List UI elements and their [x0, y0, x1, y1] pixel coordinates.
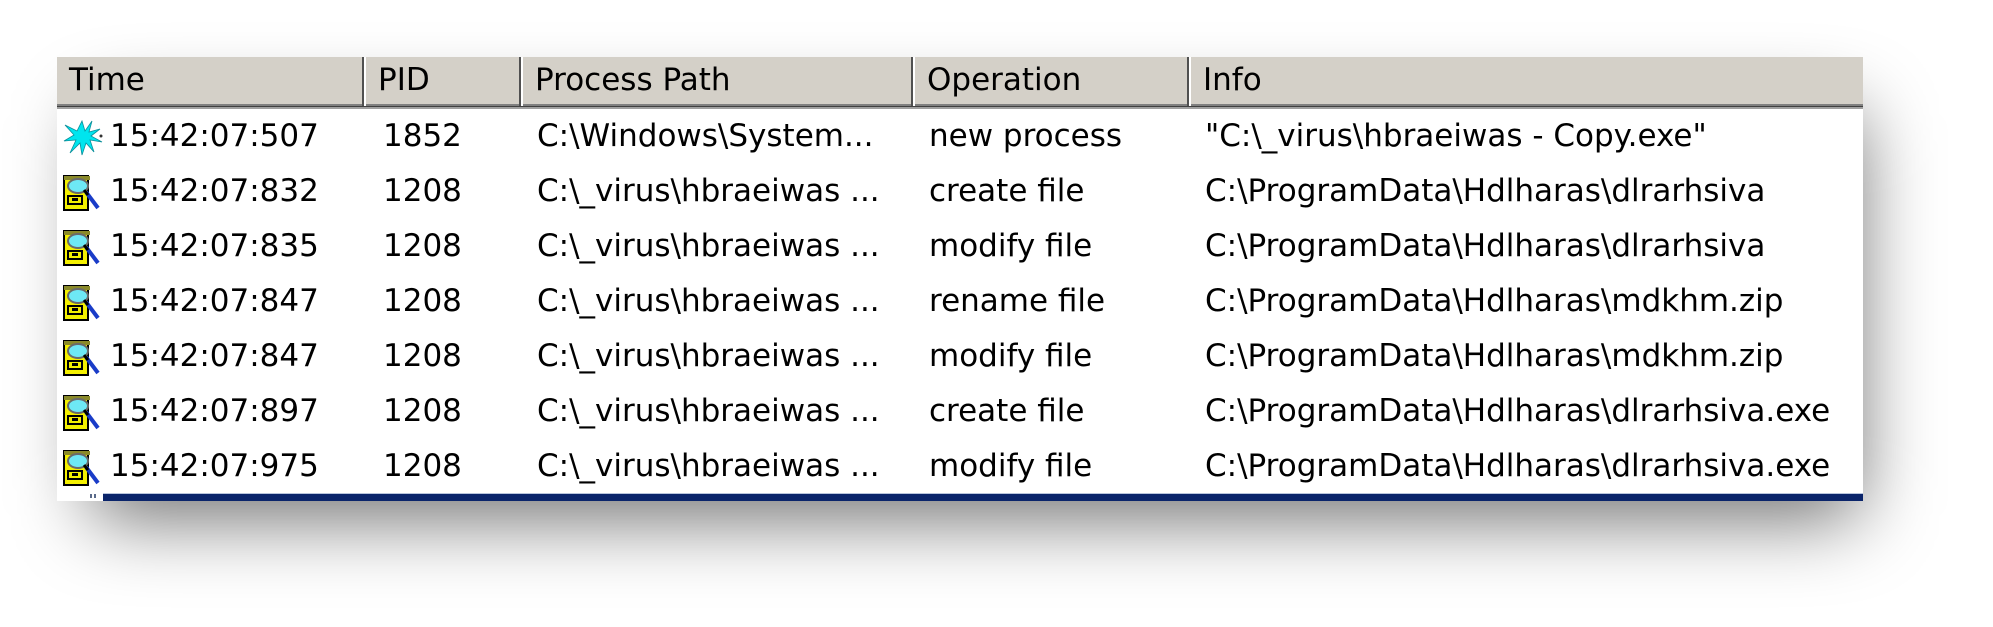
cell-info: C:\ProgramData\Hdlharas\dlrarhsiva	[1205, 219, 1765, 274]
new-process-icon	[62, 117, 104, 157]
cell-operation: modify file	[929, 219, 1092, 274]
cell-info: "C:\_virus\hbraeiwas - Copy.exe"	[1205, 109, 1707, 164]
file-operation-icon	[62, 392, 104, 432]
cell-process-path: C:\Windows\System...	[537, 109, 874, 164]
cell-time: 15:42:07:847	[110, 329, 319, 384]
table-row[interactable]: 15:42:07:835 1208 C:\_virus\hbraeiwas ..…	[57, 219, 1863, 274]
cell-pid: 1208	[383, 329, 462, 384]
cell-time: 15:42:07:897	[110, 384, 319, 439]
column-header-pid[interactable]: PID	[366, 57, 520, 104]
cell-operation: rename file	[929, 274, 1105, 329]
table-row[interactable]: 15:42:07:847 1208 C:\_virus\hbraeiwas ..…	[57, 274, 1863, 329]
cell-time: 15:42:07:835	[110, 219, 319, 274]
partial-row-icon	[90, 494, 96, 499]
file-operation-icon	[62, 337, 104, 377]
cell-process-path: C:\_virus\hbraeiwas ...	[537, 439, 880, 494]
cell-pid: 1852	[383, 109, 462, 164]
cell-info: C:\ProgramData\Hdlharas\mdkhm.zip	[1205, 274, 1783, 329]
cell-pid: 1208	[383, 219, 462, 274]
cell-time: 15:42:07:975	[110, 439, 319, 494]
cell-operation: modify file	[929, 439, 1092, 494]
column-header-process-path[interactable]: Process Path	[523, 57, 913, 104]
cell-time: 15:42:07:847	[110, 274, 319, 329]
selected-row-highlight[interactable]	[103, 493, 1863, 501]
cell-info: C:\ProgramData\Hdlharas\mdkhm.zip	[1205, 329, 1783, 384]
file-operation-icon	[62, 172, 104, 212]
cell-process-path: C:\_virus\hbraeiwas ...	[537, 219, 880, 274]
table-body: 15:42:07:507 1852 C:\Windows\System... n…	[57, 109, 1863, 494]
cell-pid: 1208	[383, 439, 462, 494]
cell-operation: new process	[929, 109, 1122, 164]
cell-info: C:\ProgramData\Hdlharas\dlrarhsiva	[1205, 164, 1765, 219]
column-header-operation[interactable]: Operation	[915, 57, 1189, 104]
cell-time: 15:42:07:832	[110, 164, 319, 219]
column-header-time[interactable]: Time	[57, 57, 362, 104]
table-row[interactable]: 15:42:07:975 1208 C:\_virus\hbraeiwas ..…	[57, 439, 1863, 494]
column-resize-handle[interactable]	[911, 57, 913, 106]
cell-pid: 1208	[383, 384, 462, 439]
cell-operation: modify file	[929, 329, 1092, 384]
cell-operation: create file	[929, 384, 1084, 439]
cell-process-path: C:\_virus\hbraeiwas ...	[537, 274, 880, 329]
column-resize-handle[interactable]	[519, 57, 521, 106]
table-row[interactable]: 15:42:07:832 1208 C:\_virus\hbraeiwas ..…	[57, 164, 1863, 219]
cell-time: 15:42:07:507	[110, 109, 319, 164]
cell-pid: 1208	[383, 164, 462, 219]
table-row[interactable]: 15:42:07:507 1852 C:\Windows\System... n…	[57, 109, 1863, 164]
column-resize-handle[interactable]	[362, 57, 364, 106]
table-header: Time PID Process Path Operation Info	[57, 57, 1863, 106]
cell-process-path: C:\_virus\hbraeiwas ...	[537, 329, 880, 384]
cell-process-path: C:\_virus\hbraeiwas ...	[537, 384, 880, 439]
cell-info: C:\ProgramData\Hdlharas\dlrarhsiva.exe	[1205, 439, 1830, 494]
cell-info: C:\ProgramData\Hdlharas\dlrarhsiva.exe	[1205, 384, 1830, 439]
table-row[interactable]: 15:42:07:847 1208 C:\_virus\hbraeiwas ..…	[57, 329, 1863, 384]
column-header-info[interactable]: Info	[1191, 57, 1863, 104]
file-operation-icon	[62, 447, 104, 487]
file-operation-icon	[62, 227, 104, 267]
cell-process-path: C:\_virus\hbraeiwas ...	[537, 164, 880, 219]
file-operation-icon	[62, 282, 104, 322]
cell-pid: 1208	[383, 274, 462, 329]
table-row[interactable]: 15:42:07:897 1208 C:\_virus\hbraeiwas ..…	[57, 384, 1863, 439]
event-log-table: Time PID Process Path Operation Info 15:…	[57, 57, 1863, 501]
cell-operation: create file	[929, 164, 1084, 219]
column-resize-handle[interactable]	[1187, 57, 1189, 106]
